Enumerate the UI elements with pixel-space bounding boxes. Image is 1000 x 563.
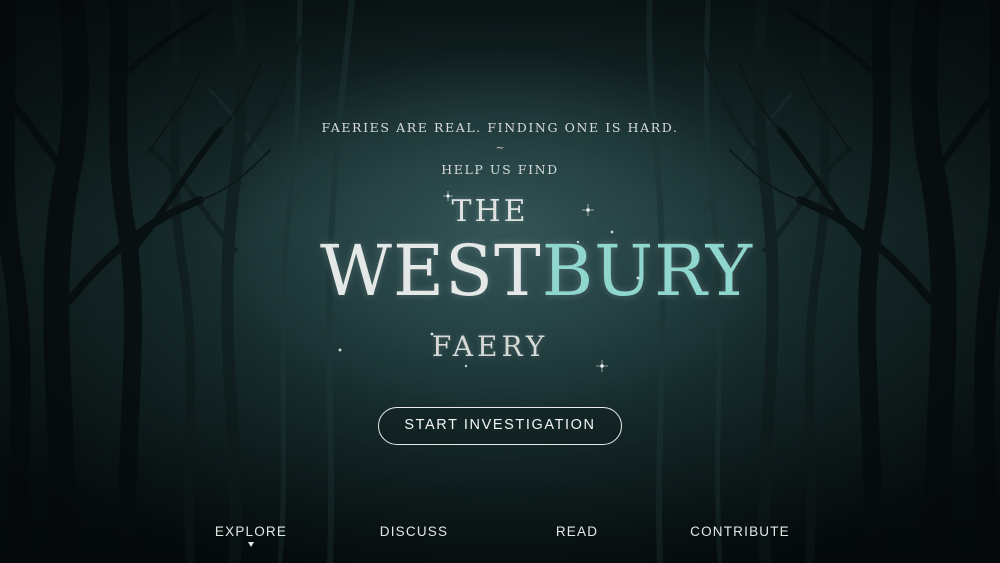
landing-page: FAERIES ARE REAL. FINDING ONE IS HARD. ~… [0,0,1000,563]
nav-item-label: CONTRIBUTE [690,524,790,539]
nav-item-label: DISCUSS [379,524,449,539]
caret-down-icon [248,542,254,547]
sparkle-icon [338,348,342,352]
nav-item-label: EXPLORE [214,524,288,539]
nav-item-contribute[interactable]: CONTRIBUTE [670,524,810,539]
nav-item-label: READ [555,524,599,539]
sparkle-icon [464,364,468,368]
sparkle-icon [610,230,614,234]
sparkle-icon [576,240,580,244]
hero-subtagline: HELP US FIND [441,162,559,177]
start-investigation-button[interactable]: START INVESTIGATION [378,407,622,445]
bottom-nav: EXPLORE DISCUSS READ CONTRIBUTE [0,524,1000,554]
sparkle-icon [636,276,640,280]
sparkle-icon [430,332,434,336]
sparkle-decoration [338,191,640,372]
nav-item-discuss[interactable]: DISCUSS [344,524,484,539]
hero-tagline: FAERIES ARE REAL. FINDING ONE IS HARD. [321,120,679,135]
nav-item-explore[interactable]: EXPLORE [181,524,321,547]
hero-separator: ~ [495,141,505,154]
nav-item-read[interactable]: READ [507,524,647,539]
hero-section: FAERIES ARE REAL. FINDING ONE IS HARD. ~… [0,0,1000,563]
